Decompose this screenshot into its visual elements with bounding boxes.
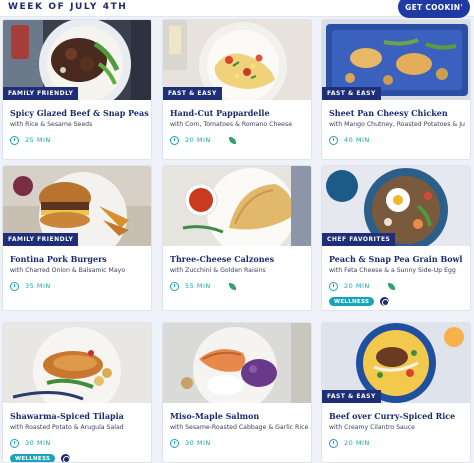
clock-icon: [329, 438, 338, 448]
recipe-card-beef-over-curry-spiced-rice[interactable]: FAST & EASY Beef over Curry-Spiced Rice …: [321, 322, 471, 463]
cook-time: 25 MIN: [25, 136, 51, 144]
recipe-meta: 30 MIN: [10, 438, 51, 448]
clock-icon: [10, 135, 19, 145]
recipe-subtitle: with Zucchini & Golden Raisins: [170, 267, 266, 274]
recipe-card-peach-snap-pea-grain-bowl[interactable]: CHEF FAVORITES Peach & Snap Pea Grain Bo…: [321, 165, 471, 311]
recipe-meta: 40 MIN: [329, 135, 370, 145]
recipe-subtitle: with Sesame-Roasted Cabbage & Garlic Ric…: [170, 424, 309, 431]
cook-time: 30 MIN: [185, 439, 211, 447]
leaf-icon: [387, 282, 395, 290]
recipe-meta: 25 MIN: [10, 135, 51, 145]
recipe-title[interactable]: Peach & Snap Pea Grain Bowl: [329, 254, 469, 264]
recipe-photo: [3, 323, 151, 403]
leaf-icon: [228, 136, 236, 144]
clock-icon: [329, 281, 338, 291]
wellness-badge: WELLNESS: [10, 454, 56, 462]
clock-icon: [170, 438, 179, 448]
cook-time: 30 MIN: [25, 439, 51, 447]
recipe-subtitle: with Corn, Tomatoes & Romano Cheese: [170, 121, 293, 128]
badge: CHEF FAVORITES: [322, 233, 396, 246]
recipe-meta: 55 MIN: [170, 281, 236, 291]
recipe-meta: 30 MIN: [170, 438, 211, 448]
cook-time: 55 MIN: [185, 282, 211, 290]
recipe-meta: 20 MIN: [329, 281, 395, 291]
cook-time: 35 MIN: [25, 282, 51, 290]
badge: FAST & EASY: [322, 390, 381, 403]
recipe-meta: 35 MIN: [10, 281, 51, 291]
recipe-subtitle: with Feta Cheese & a Sunny Side-Up Egg: [329, 267, 456, 274]
recipe-photo: [163, 166, 311, 246]
recipe-card-miso-maple-salmon[interactable]: Miso-Maple Salmon with Sesame-Roasted Ca…: [162, 322, 312, 463]
week-label: WEEK OF JULY 4TH: [8, 2, 128, 12]
recipe-subtitle: with Charred Onion & Balsamic Mayo: [10, 267, 126, 274]
clock-icon: [10, 281, 19, 291]
recipe-card-fontina-pork-burgers[interactable]: FAMILY FRIENDLY Fontina Pork Burgers wit…: [2, 165, 152, 311]
ww-icon: [61, 454, 71, 462]
ww-icon: [380, 297, 390, 306]
badge: FAST & EASY: [322, 87, 381, 100]
recipe-tags: WELLNESS: [329, 297, 390, 306]
recipe-tags: WELLNESS: [10, 454, 71, 462]
recipe-title[interactable]: Hand-Cut Pappardelle: [170, 108, 310, 118]
recipe-card-three-cheese-calzones[interactable]: Three-Cheese Calzones with Zucchini & Go…: [162, 165, 312, 311]
recipe-subtitle: with Rice & Sesame Seeds: [10, 121, 93, 128]
recipe-meta: 20 MIN: [329, 438, 370, 448]
clock-icon: [10, 438, 19, 448]
recipe-title[interactable]: Sheet Pan Cheesy Chicken: [329, 108, 469, 118]
recipe-title[interactable]: Fontina Pork Burgers: [10, 254, 150, 264]
get-cookin-button[interactable]: GET COOKIN': [398, 0, 470, 18]
cook-time: 20 MIN: [344, 282, 370, 290]
recipe-card-shawarma-spiced-tilapia[interactable]: Shawarma-Spiced Tilapia with Roasted Pot…: [2, 322, 152, 463]
wellness-badge: WELLNESS: [329, 297, 375, 306]
cook-time: 20 MIN: [185, 136, 211, 144]
cook-time: 40 MIN: [344, 136, 370, 144]
recipe-photo: [163, 323, 311, 403]
clock-icon: [329, 135, 338, 145]
recipe-title[interactable]: Miso-Maple Salmon: [170, 411, 310, 421]
recipe-title[interactable]: Shawarma-Spiced Tilapia: [10, 411, 150, 421]
recipe-meta: 20 MIN: [170, 135, 236, 145]
cook-time: 20 MIN: [344, 439, 370, 447]
clock-icon: [170, 281, 179, 291]
top-bar: WEEK OF JULY 4TH GET COOKIN': [0, 0, 474, 18]
badge: FAMILY FRIENDLY: [3, 233, 79, 246]
recipe-title[interactable]: Beef over Curry-Spiced Rice: [329, 411, 469, 421]
badge: FAMILY FRIENDLY: [3, 87, 79, 100]
recipe-title[interactable]: Three-Cheese Calzones: [170, 254, 310, 264]
recipe-subtitle: with Roasted Potato & Arugula Salad: [10, 424, 124, 431]
recipe-card-hand-cut-pappardelle[interactable]: FAST & EASY Hand-Cut Pappardelle with Co…: [162, 19, 312, 160]
recipe-subtitle: with Mango Chutney, Roasted Potatoes & J…: [329, 121, 465, 128]
leaf-icon: [228, 282, 236, 290]
recipe-card-sheet-pan-cheesy-chicken[interactable]: FAST & EASY Sheet Pan Cheesy Chicken wit…: [321, 19, 471, 160]
recipe-card-spicy-glazed-beef[interactable]: FAMILY FRIENDLY Spicy Glazed Beef & Snap…: [2, 19, 152, 160]
clock-icon: [170, 135, 179, 145]
recipe-title[interactable]: Spicy Glazed Beef & Snap Peas: [10, 108, 150, 118]
badge: FAST & EASY: [163, 87, 222, 100]
recipe-subtitle: with Creamy Cilantro Sauce: [329, 424, 415, 431]
